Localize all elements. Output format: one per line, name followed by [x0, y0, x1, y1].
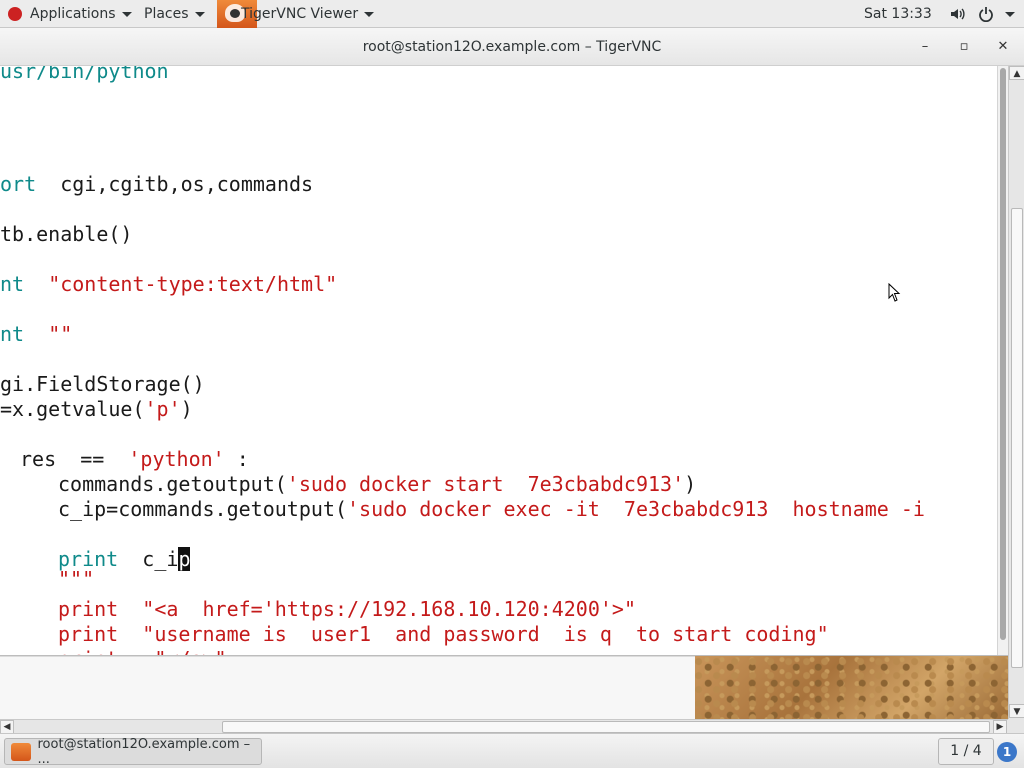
mouse-pointer-icon — [888, 283, 901, 302]
code-token: tb.enable() — [0, 222, 133, 246]
maximize-button[interactable]: ▫ — [953, 36, 975, 58]
code-line[interactable]: ort cgi,cgitb,os,commands — [0, 172, 313, 197]
code-line[interactable]: print "</a>" — [58, 647, 227, 655]
code-line[interactable]: tb.enable() — [0, 222, 132, 247]
code-token: res == — [20, 447, 129, 471]
code-line[interactable]: nt "" — [0, 322, 72, 347]
chevron-down-icon — [194, 11, 205, 17]
code-line[interactable]: gi.FieldStorage() — [0, 372, 205, 397]
code-line[interactable]: print "username is user1 and password is… — [58, 622, 829, 647]
window-titlebar[interactable]: root@station12O.example.com – TigerVNC –… — [0, 28, 1024, 66]
code-token: nt — [0, 322, 25, 346]
code-token: ort — [0, 172, 37, 196]
code-token: print — [58, 597, 119, 621]
clock[interactable]: Sat 13:33 — [864, 0, 932, 28]
horizontal-scrollbar[interactable]: ◀ ▶ — [0, 719, 1008, 734]
code-token: ) — [180, 397, 193, 421]
code-token: cgi,cgitb,os,commands — [36, 172, 314, 196]
code-token: c_ip=commands.getoutput( — [58, 497, 347, 521]
code-token: print — [58, 647, 118, 655]
scroll-left-arrow-icon[interactable]: ◀ — [0, 720, 14, 734]
chevron-down-icon[interactable] — [1005, 12, 1015, 17]
terminal-scrollbar[interactable] — [997, 66, 1008, 655]
desert-wallpaper — [695, 656, 1008, 719]
chevron-down-icon — [121, 11, 132, 17]
code-token: """ — [58, 567, 95, 591]
code-token: print — [58, 622, 119, 646]
code-line[interactable]: nt "content-type:text/html" — [0, 272, 337, 297]
code-token: 'sudo docker exec -it 7e3cbabdc913 hostn… — [346, 497, 925, 521]
terminal-window[interactable]: usr/bin/python ort cgi,cgitb,os,commands t… — [0, 66, 1008, 656]
code-token: "</a>" — [118, 647, 226, 655]
terminal-scrollbar-thumb[interactable] — [1000, 68, 1006, 640]
close-button[interactable]: ✕ — [992, 36, 1014, 58]
code-token: "" — [48, 322, 73, 346]
scrollbar-corner — [1008, 719, 1024, 733]
vertical-scrollbar-thumb[interactable] — [1011, 208, 1023, 668]
code-token: commands.getoutput( — [58, 472, 287, 496]
power-icon[interactable] — [978, 6, 994, 22]
taskbar-item-label: root@station12O.example.com – ... — [37, 736, 251, 767]
code-line[interactable]: print "<a href='https://192.168.10.120:4… — [58, 597, 636, 622]
vertical-scrollbar[interactable]: ▲ ▼ — [1008, 66, 1024, 719]
code-line[interactable]: """ — [58, 567, 94, 592]
tigervnc-icon — [11, 742, 31, 761]
code-line[interactable]: c_ip=commands.getoutput('sudo docker exe… — [58, 497, 925, 522]
code-token: gi.FieldStorage() — [0, 372, 205, 396]
code-token: : — [224, 447, 249, 471]
code-token: "<a href='https://192.168.10.120:4200'>" — [118, 597, 636, 621]
code-line[interactable]: commands.getoutput('sudo docker start 7e… — [58, 472, 696, 497]
workspace-pager[interactable]: 1 / 4 — [938, 738, 994, 765]
taskbar: root@station12O.example.com – ... 1 / 4 … — [0, 733, 1024, 768]
scroll-right-arrow-icon[interactable]: ▶ — [993, 720, 1007, 734]
code-line[interactable]: usr/bin/python — [0, 66, 169, 84]
text-cursor: p — [178, 547, 191, 571]
code-token: usr/bin/python — [0, 66, 169, 83]
scroll-down-arrow-icon[interactable]: ▼ — [1009, 704, 1024, 718]
top-bar: Applications Places TigerVNC Viewer Sat … — [0, 0, 1024, 28]
scroll-up-arrow-icon[interactable]: ▲ — [1009, 66, 1024, 80]
chevron-down-icon — [364, 11, 375, 17]
code-token: nt — [0, 272, 25, 296]
code-token: 'p' — [144, 397, 181, 421]
code-token: 'sudo docker start 7e3cbabdc913' — [286, 472, 685, 496]
places-label: Places — [144, 6, 189, 22]
window-title: root@station12O.example.com – TigerVNC — [362, 39, 662, 55]
code-token: ) — [684, 472, 697, 496]
minimize-button[interactable]: – — [914, 36, 936, 58]
code-token: c_i — [118, 547, 179, 571]
code-line[interactable]: res == 'python' : — [20, 447, 249, 472]
applications-label: Applications — [30, 6, 116, 22]
volume-icon[interactable] — [949, 6, 965, 22]
code-token: 'python' — [128, 447, 225, 471]
fedora-icon — [8, 7, 22, 21]
code-line[interactable]: =x.getvalue('p') — [0, 397, 193, 422]
active-app-label: TigerVNC Viewer — [241, 6, 359, 22]
taskbar-item-tigervnc[interactable]: root@station12O.example.com – ... — [4, 736, 262, 767]
code-editor[interactable]: usr/bin/python ort cgi,cgitb,os,commands t… — [0, 66, 997, 655]
vnc-display[interactable]: usr/bin/python ort cgi,cgitb,os,commands t… — [0, 66, 1008, 719]
horizontal-scrollbar-thumb[interactable] — [222, 721, 990, 733]
code-token: "content-type:text/html" — [48, 272, 338, 296]
notification-badge[interactable]: 1 — [997, 742, 1017, 762]
code-token: "username is user1 and password is q to … — [118, 622, 829, 646]
active-app-menu[interactable]: TigerVNC Viewer — [241, 0, 375, 28]
places-menu[interactable]: Places — [144, 0, 205, 28]
applications-menu[interactable]: Applications — [8, 0, 132, 28]
clock-label: Sat 13:33 — [864, 6, 932, 22]
code-token: =x.getvalue( — [0, 397, 145, 421]
remote-desktop-background — [0, 656, 695, 719]
